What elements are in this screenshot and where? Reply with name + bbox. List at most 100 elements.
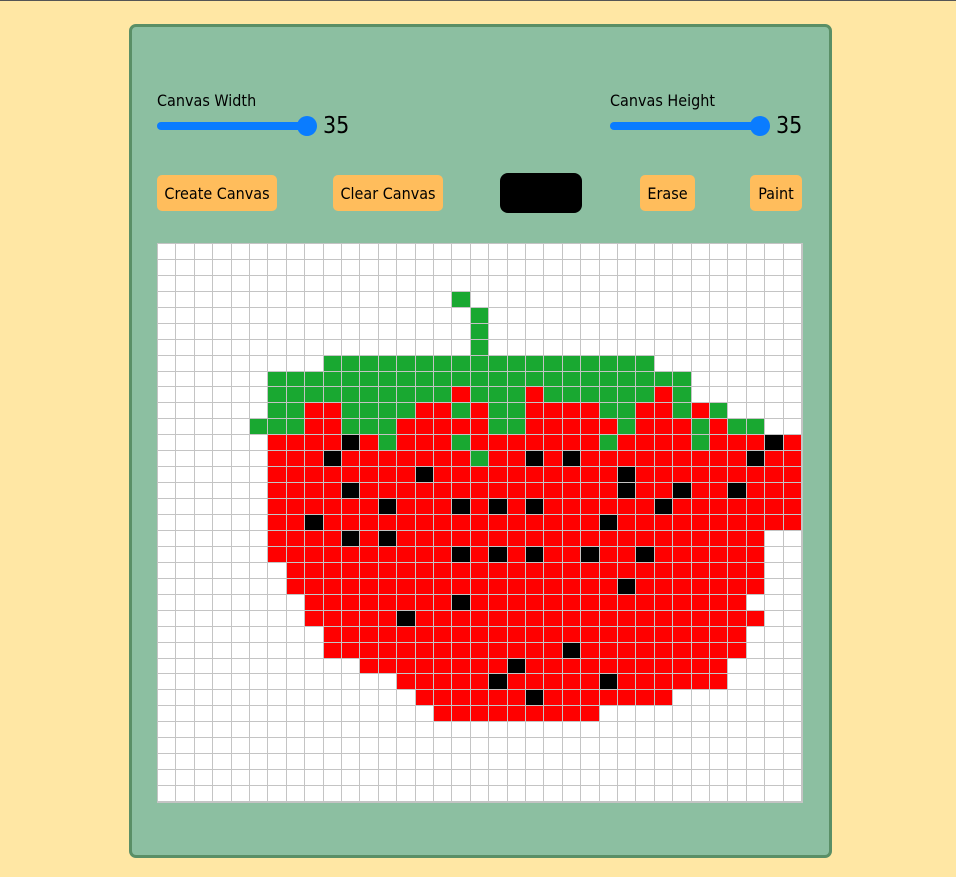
canvas-pixel[interactable] xyxy=(232,403,250,419)
canvas-pixel[interactable] xyxy=(434,372,452,387)
canvas-pixel[interactable] xyxy=(452,308,471,324)
canvas-pixel[interactable] xyxy=(618,563,636,579)
canvas-pixel[interactable] xyxy=(618,324,636,340)
canvas-pixel[interactable] xyxy=(728,260,747,276)
canvas-pixel[interactable] xyxy=(471,690,489,706)
canvas-pixel[interactable] xyxy=(250,563,268,579)
canvas-pixel[interactable] xyxy=(765,419,784,435)
canvas-pixel[interactable] xyxy=(544,403,563,419)
canvas-pixel[interactable] xyxy=(250,499,268,515)
canvas-pixel[interactable] xyxy=(673,531,692,547)
canvas-pixel[interactable] xyxy=(692,372,710,387)
canvas-pixel[interactable] xyxy=(581,515,600,531)
canvas-pixel[interactable] xyxy=(526,786,544,802)
canvas-pixel[interactable] xyxy=(563,659,581,674)
canvas-pixel[interactable] xyxy=(342,563,360,579)
canvas-pixel[interactable] xyxy=(379,690,397,706)
canvas-pixel[interactable] xyxy=(544,260,563,276)
canvas-pixel[interactable] xyxy=(342,659,360,674)
canvas-pixel[interactable] xyxy=(728,324,747,340)
canvas-pixel[interactable] xyxy=(581,340,600,356)
canvas-pixel[interactable] xyxy=(397,324,416,340)
canvas-pixel[interactable] xyxy=(213,499,232,515)
canvas-pixel[interactable] xyxy=(416,499,434,515)
canvas-pixel[interactable] xyxy=(600,387,618,403)
canvas-pixel[interactable] xyxy=(176,372,195,387)
canvas-pixel[interactable] xyxy=(158,786,176,802)
canvas-pixel[interactable] xyxy=(268,611,287,627)
canvas-pixel[interactable] xyxy=(673,403,692,419)
canvas-pixel[interactable] xyxy=(397,260,416,276)
canvas-pixel[interactable] xyxy=(563,276,581,292)
canvas-pixel[interactable] xyxy=(416,563,434,579)
canvas-pixel[interactable] xyxy=(379,499,397,515)
canvas-pixel[interactable] xyxy=(544,547,563,563)
canvas-pixel[interactable] xyxy=(471,754,489,770)
canvas-pixel[interactable] xyxy=(636,372,655,387)
canvas-pixel[interactable] xyxy=(416,387,434,403)
canvas-pixel[interactable] xyxy=(618,643,636,659)
canvas-pixel[interactable] xyxy=(397,340,416,356)
canvas-pixel[interactable] xyxy=(471,674,489,690)
canvas-pixel[interactable] xyxy=(636,706,655,722)
canvas-pixel[interactable] xyxy=(452,483,471,499)
canvas-pixel[interactable] xyxy=(342,308,360,324)
canvas-pixel[interactable] xyxy=(728,690,747,706)
canvas-pixel[interactable] xyxy=(765,403,784,419)
canvas-pixel[interactable] xyxy=(673,356,692,372)
canvas-pixel[interactable] xyxy=(489,467,508,483)
canvas-pixel[interactable] xyxy=(526,659,544,674)
canvas-pixel[interactable] xyxy=(784,483,802,499)
canvas-pixel[interactable] xyxy=(728,627,747,643)
canvas-pixel[interactable] xyxy=(471,387,489,403)
canvas-pixel[interactable] xyxy=(692,706,710,722)
canvas-pixel[interactable] xyxy=(158,515,176,531)
canvas-pixel[interactable] xyxy=(360,643,379,659)
canvas-pixel[interactable] xyxy=(692,467,710,483)
canvas-pixel[interactable] xyxy=(250,738,268,754)
canvas-pixel[interactable] xyxy=(268,451,287,467)
canvas-pixel[interactable] xyxy=(416,403,434,419)
canvas-pixel[interactable] xyxy=(636,579,655,595)
canvas-pixel[interactable] xyxy=(342,356,360,372)
canvas-pixel[interactable] xyxy=(692,547,710,563)
canvas-pixel[interactable] xyxy=(195,770,213,786)
canvas-pixel[interactable] xyxy=(508,403,526,419)
canvas-pixel[interactable] xyxy=(508,292,526,308)
canvas-pixel[interactable] xyxy=(213,579,232,595)
canvas-pixel[interactable] xyxy=(581,419,600,435)
canvas-pixel[interactable] xyxy=(600,547,618,563)
canvas-pixel[interactable] xyxy=(673,579,692,595)
canvas-pixel[interactable] xyxy=(765,292,784,308)
canvas-pixel[interactable] xyxy=(526,387,544,403)
canvas-pixel[interactable] xyxy=(268,786,287,802)
canvas-pixel[interactable] xyxy=(305,435,324,451)
canvas-pixel[interactable] xyxy=(489,659,508,674)
canvas-pixel[interactable] xyxy=(416,419,434,435)
canvas-pixel[interactable] xyxy=(636,308,655,324)
canvas-pixel[interactable] xyxy=(563,722,581,738)
canvas-pixel[interactable] xyxy=(692,563,710,579)
canvas-pixel[interactable] xyxy=(618,674,636,690)
canvas-pixel[interactable] xyxy=(158,419,176,435)
canvas-pixel[interactable] xyxy=(544,356,563,372)
canvas-pixel[interactable] xyxy=(250,292,268,308)
canvas-pixel[interactable] xyxy=(673,372,692,387)
canvas-pixel[interactable] xyxy=(471,738,489,754)
canvas-pixel[interactable] xyxy=(305,786,324,802)
canvas-pixel[interactable] xyxy=(232,611,250,627)
canvas-pixel[interactable] xyxy=(379,643,397,659)
canvas-pixel[interactable] xyxy=(618,419,636,435)
canvas-pixel[interactable] xyxy=(544,643,563,659)
canvas-pixel[interactable] xyxy=(287,770,305,786)
canvas-pixel[interactable] xyxy=(508,754,526,770)
canvas-pixel[interactable] xyxy=(213,706,232,722)
canvas-pixel[interactable] xyxy=(232,627,250,643)
canvas-pixel[interactable] xyxy=(232,531,250,547)
canvas-pixel[interactable] xyxy=(692,690,710,706)
canvas-pixel[interactable] xyxy=(416,595,434,611)
canvas-pixel[interactable] xyxy=(416,786,434,802)
canvas-pixel[interactable] xyxy=(305,595,324,611)
canvas-pixel[interactable] xyxy=(434,515,452,531)
canvas-pixel[interactable] xyxy=(710,340,728,356)
